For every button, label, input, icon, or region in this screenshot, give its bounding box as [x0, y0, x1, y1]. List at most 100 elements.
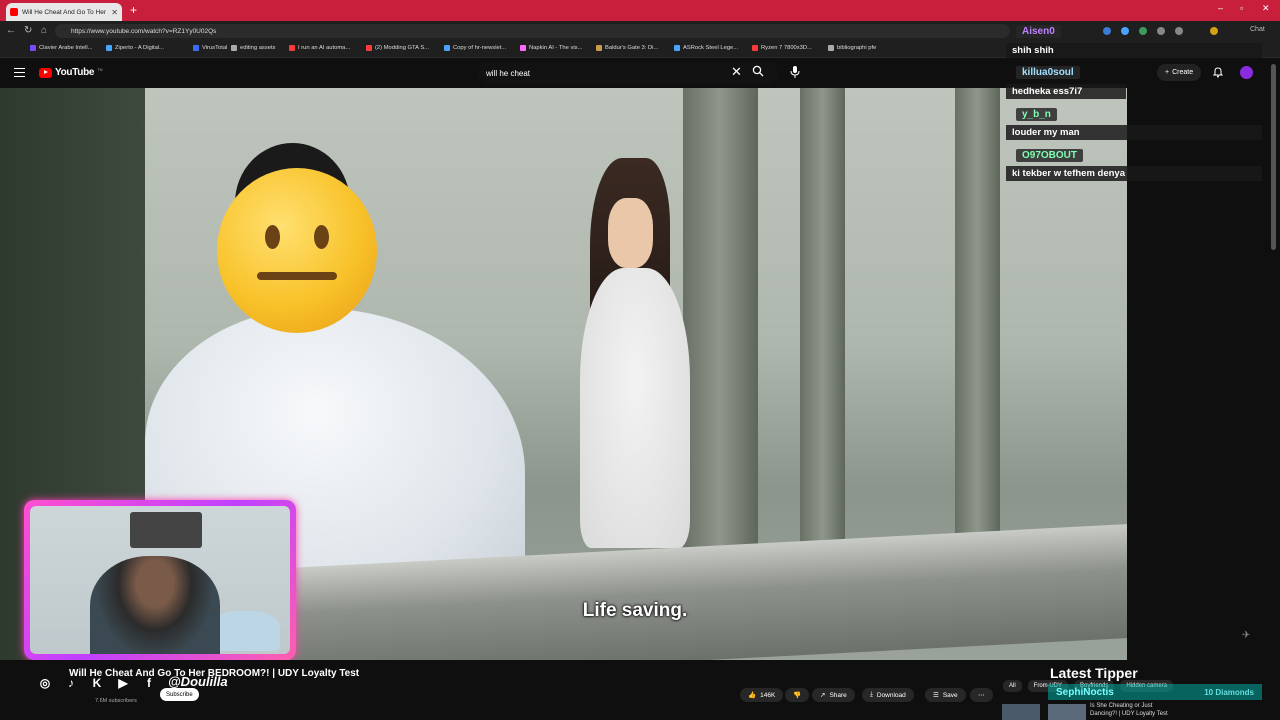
latest-tipper-label: Latest Tipper	[1050, 665, 1138, 681]
bookmark-favicon-icon	[596, 45, 602, 51]
share-icon: ↗	[820, 692, 826, 699]
bookmark-item[interactable]: Baldur's Gate 3: Di...	[596, 45, 658, 51]
youtube-logo[interactable]: YouTube TN	[39, 67, 103, 78]
bookmark-favicon-icon	[106, 45, 112, 51]
chat-username: Aisen0	[1016, 25, 1061, 38]
country-code: TN	[97, 67, 103, 72]
tab-title: Will He Cheat And Go To Her BEDROOM	[22, 8, 107, 16]
back-arrow-icon[interactable]: ←	[6, 25, 16, 36]
recommended-title-line: Dancing?! | UDY Loyalty Test	[1090, 711, 1168, 717]
bookmark-favicon-icon	[752, 45, 758, 51]
video-woman-figure	[580, 268, 690, 548]
bookmark-favicon-icon	[444, 45, 450, 51]
share-button[interactable]: ↗ Share	[812, 688, 855, 702]
microphone-icon[interactable]	[789, 65, 801, 79]
thumbs-up-icon: 👍	[748, 692, 757, 699]
download-button[interactable]: ⤓ Download	[862, 688, 914, 702]
bookmark-label: Ziperto - A Digital...	[115, 45, 164, 51]
more-icon: ⋯	[978, 692, 985, 699]
tipper-name: SephiNoctis	[1056, 686, 1114, 698]
webcam-streamer	[90, 556, 220, 654]
bookmark-item[interactable]: Ziperto - A Digital...	[106, 45, 164, 51]
streamer-handle: @Doulilla	[168, 674, 228, 689]
search-icon[interactable]	[752, 65, 764, 77]
bookmark-label: Clavier Arabe Intell...	[39, 45, 93, 51]
more-actions-button[interactable]: ⋯	[970, 688, 993, 702]
bookmark-item[interactable]: bibliographi pfe	[828, 45, 876, 51]
bookmark-label: (2) Modding GTA S...	[375, 45, 430, 51]
video-subtitle: Life saving.	[582, 600, 688, 621]
reload-icon[interactable]: ↻	[24, 25, 32, 36]
bookmark-item[interactable]: Clavier Arabe Intell...	[30, 45, 93, 51]
youtube-wordmark: YouTube	[55, 67, 95, 78]
bookmark-item[interactable]: I run an AI automa...	[289, 45, 350, 51]
maximize-button[interactable]: ▫	[1240, 3, 1243, 13]
bookmark-item[interactable]: ASRock Steel Lege...	[674, 45, 738, 51]
save-icon: ☰	[933, 692, 939, 699]
youtube-play-icon	[39, 67, 52, 78]
neutral-face-emoji-icon	[217, 168, 377, 333]
bookmark-label: editing assets	[240, 45, 276, 51]
chat-message: hedheka ess7i7	[1006, 84, 1126, 99]
dislike-button[interactable]: 👎	[785, 688, 810, 702]
save-button[interactable]: ☰ Save	[925, 688, 966, 702]
bookmark-favicon-icon	[674, 45, 680, 51]
clear-search-icon[interactable]: ✕	[731, 64, 742, 80]
chat-username: O97OBOUT	[1016, 149, 1084, 162]
browser-tab-active[interactable]: Will He Cheat And Go To Her BEDROOM ✕	[6, 3, 122, 21]
emoji-mouth	[257, 272, 337, 280]
webcam-chair	[210, 611, 280, 651]
download-label: Download	[876, 691, 906, 699]
youtube-favicon-icon	[10, 8, 18, 16]
video-info-bar: ◎ ♪ K ▶ f Will He Cheat And Go To Her BE…	[0, 660, 1280, 720]
emoji-right-eye	[314, 225, 329, 249]
bookmark-label: Napkin AI - The vis...	[529, 45, 583, 51]
url-field[interactable]: https://www.youtube.com/watch?v=RZ1Yy0U0…	[55, 24, 1010, 38]
emoji-left-eye	[265, 225, 280, 249]
subscribe-button[interactable]: Subscribe	[160, 688, 199, 701]
chat-message: shih shih	[1006, 43, 1262, 58]
chat-overlay: Aisen0 shih shih killua0soul hedheka ess…	[1006, 22, 1264, 187]
video-pillar	[683, 88, 758, 568]
bookmark-item[interactable]: VirusTotal	[193, 45, 227, 51]
bookmark-item[interactable]: (2) Modding GTA S...	[366, 45, 429, 51]
bookmark-item[interactable]: Copy of hr-newslet...	[444, 45, 506, 51]
bookmark-label: Baldur's Gate 3: Di...	[605, 45, 659, 51]
share-label: Share	[829, 691, 847, 699]
new-tab-button[interactable]: +	[130, 3, 137, 17]
menu-icon[interactable]	[14, 68, 25, 77]
minimize-button[interactable]: –	[1218, 3, 1223, 13]
bookmark-favicon-icon	[231, 45, 237, 51]
bookmark-label: ASRock Steel Lege...	[683, 45, 739, 51]
bookmark-item[interactable]: Napkin AI - The vis...	[520, 45, 582, 51]
bookmark-favicon-icon	[193, 45, 199, 51]
bookmark-favicon-icon	[828, 45, 834, 51]
watermark-icon: ✈	[1242, 630, 1251, 641]
subscriber-count: 7.6M subscribers	[95, 698, 137, 704]
close-window-button[interactable]: ✕	[1262, 3, 1270, 14]
filter-chip[interactable]: All	[1003, 680, 1022, 692]
tipper-amount: 10 Diamonds	[1204, 687, 1254, 697]
recommended-video-title[interactable]: Is She Cheating or Just Dancing?! | UDY …	[1090, 702, 1168, 718]
like-button[interactable]: 👍 146K	[740, 688, 784, 702]
bookmark-label: I run an AI automa...	[298, 45, 351, 51]
bookmark-item[interactable]: editing assets	[231, 45, 275, 51]
home-icon[interactable]: ⌂	[41, 25, 47, 36]
video-woman-face	[608, 198, 653, 268]
bookmark-label: bibliographi pfe	[837, 45, 877, 51]
chat-message: ki tekber w tefhem denya	[1006, 166, 1262, 181]
tab-close-icon[interactable]: ✕	[111, 8, 118, 17]
chat-username: y_b_n	[1016, 108, 1057, 121]
save-label: Save	[942, 691, 958, 699]
bookmark-favicon-icon	[366, 45, 372, 51]
video-pillar	[955, 88, 1000, 558]
search-input[interactable]	[486, 68, 726, 78]
page-scrollbar[interactable]	[1271, 64, 1276, 250]
bookmark-favicon-icon	[520, 45, 526, 51]
instagram-icon: ◎	[39, 676, 51, 690]
bookmark-label: Copy of hr-newslet...	[453, 45, 507, 51]
recommended-thumbnail[interactable]	[1048, 704, 1086, 720]
recommended-thumbnail[interactable]	[1002, 704, 1040, 720]
thumbs-down-icon: 👎	[793, 692, 802, 699]
bookmark-item[interactable]: Ryzen 7 7800x3D...	[752, 45, 812, 51]
